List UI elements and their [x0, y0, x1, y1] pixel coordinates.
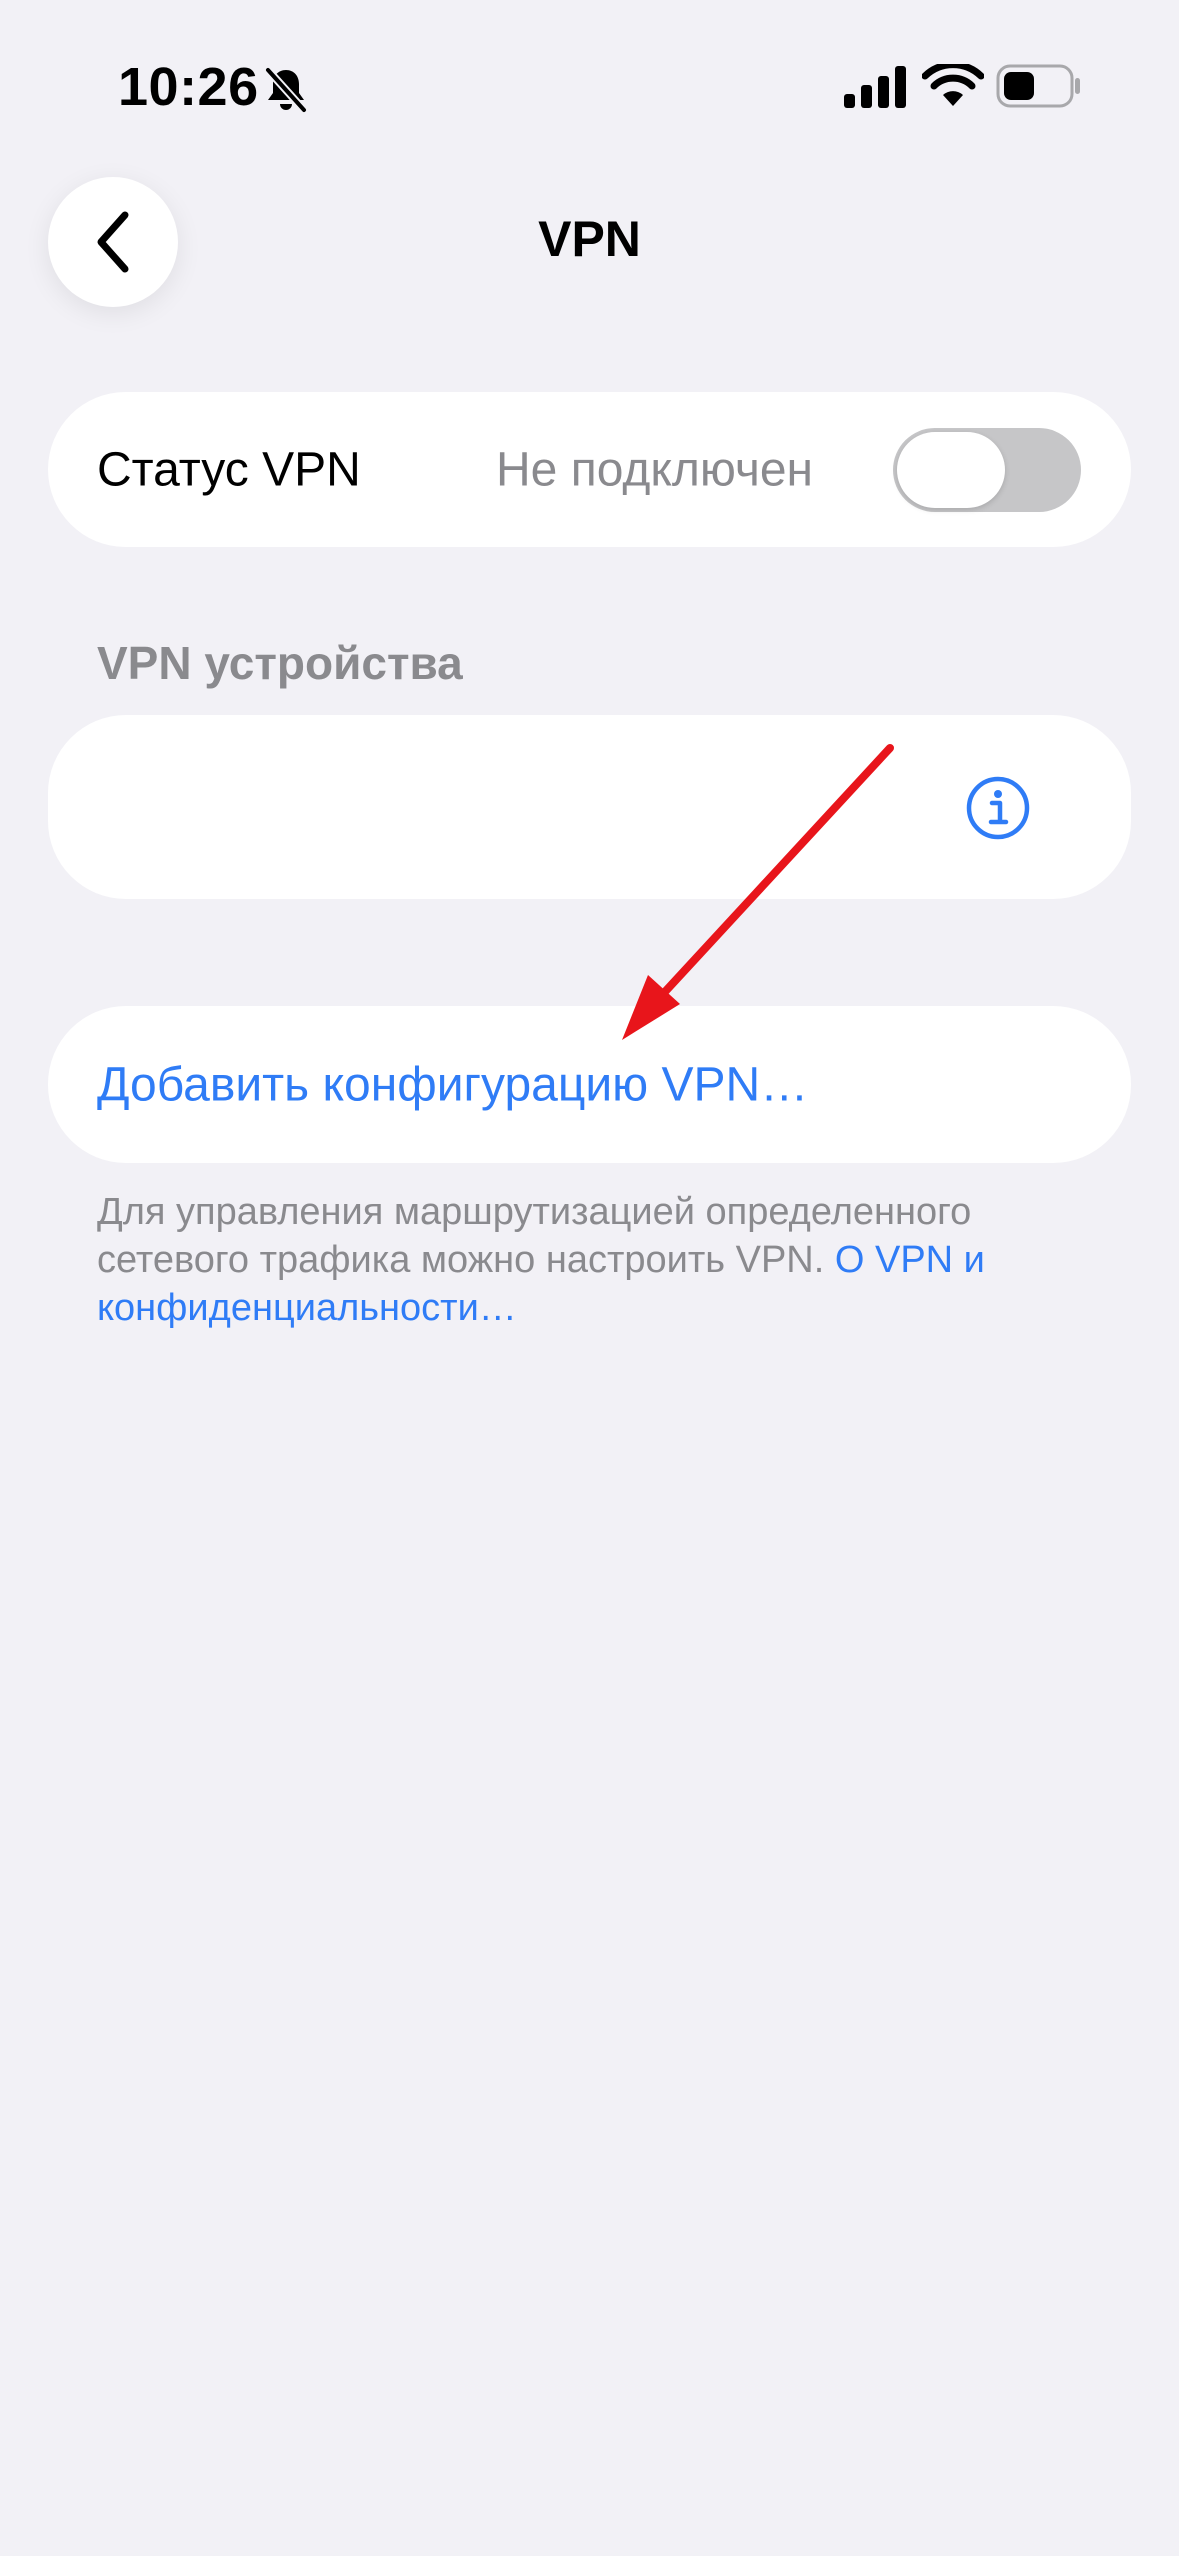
- status-bar: 10:26: [0, 0, 1179, 170]
- vpn-status-row: Статус VPN Не подключен: [48, 392, 1131, 547]
- info-circle-icon[interactable]: [965, 775, 1031, 841]
- status-time: 10:26: [118, 57, 259, 117]
- vpn-devices-header: VPN устройства: [97, 637, 463, 689]
- vpn-footer-description: Для управления маршрутизацией определенн…: [97, 1188, 1077, 1332]
- toggle-knob: [897, 432, 1005, 508]
- vpn-toggle[interactable]: [893, 428, 1081, 512]
- cellular-signal-icon: [844, 66, 906, 108]
- vpn-status-label: Статус VPN: [97, 443, 361, 496]
- vpn-status-value: Не подключен: [496, 443, 814, 496]
- wifi-icon: [922, 64, 984, 106]
- add-vpn-configuration-button[interactable]: Добавить конфигурацию VPN…: [48, 1006, 1131, 1163]
- page-title: VPN: [538, 211, 641, 267]
- add-vpn-configuration-label: Добавить конфигурацию VPN…: [97, 1058, 809, 1111]
- bell-slash-icon: [264, 66, 308, 114]
- battery-icon: [996, 64, 1080, 108]
